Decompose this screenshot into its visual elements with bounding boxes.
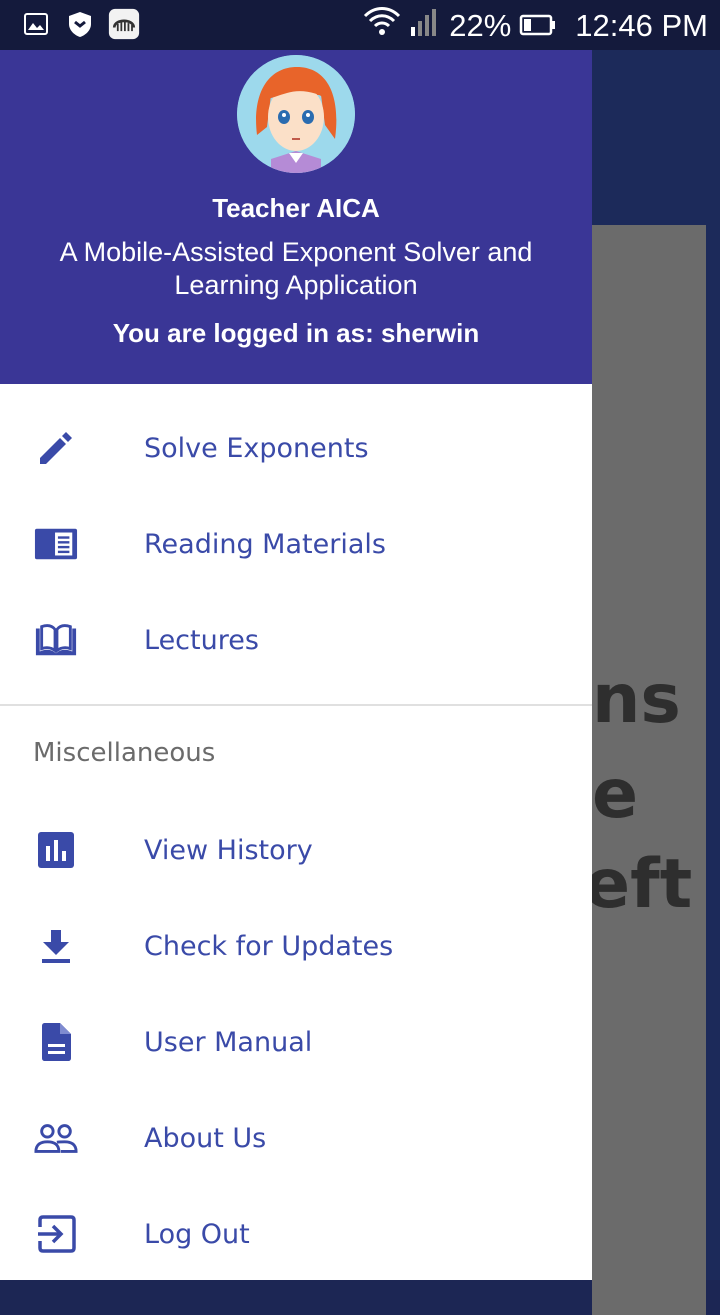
status-right: 22% 12:46 PM [363, 6, 708, 46]
menu-item-user-manual[interactable]: User Manual [0, 994, 592, 1090]
battery-icon [519, 8, 557, 44]
section-header-miscellaneous: Miscellaneous [33, 738, 216, 768]
menu-item-view-history[interactable]: View History [0, 802, 592, 898]
people-icon [34, 1116, 78, 1160]
menu-label: Lectures [144, 624, 259, 656]
menu-item-check-for-updates[interactable]: Check for Updates [0, 898, 592, 994]
menu-item-lectures[interactable]: Lectures [0, 592, 592, 688]
app-subtitle: A Mobile-Assisted Exponent Solver and Le… [59, 237, 533, 300]
status-bar: 22% 12:46 PM [0, 0, 720, 50]
menu-item-reading-materials[interactable]: Reading Materials [0, 496, 592, 592]
wifi-icon [363, 6, 401, 46]
download-icon [34, 924, 78, 968]
background-card: ns e eft [592, 225, 706, 1315]
avatar [237, 55, 355, 173]
menu-label: View History [144, 834, 313, 866]
app-title: Teacher AICA [212, 193, 380, 223]
shield-icon [64, 8, 96, 40]
menu-item-log-out[interactable]: Log Out [0, 1186, 592, 1282]
notification-icons [20, 8, 140, 40]
navigation-drawer: Teacher AICA A Mobile-Assisted Exponent … [0, 50, 592, 1280]
clock: 12:46 PM [575, 8, 708, 43]
audio-app-icon [108, 8, 140, 40]
menu-label: Check for Updates [144, 930, 394, 962]
menu-item-solve-exponents[interactable]: Solve Exponents [0, 400, 592, 496]
background-text-2: e [592, 755, 639, 834]
menu-label: Reading Materials [144, 528, 386, 560]
divider [0, 704, 592, 706]
pencil-icon [34, 426, 78, 470]
menu-label: User Manual [144, 1026, 313, 1058]
background-text-3: eft [592, 845, 693, 924]
signal-icon [409, 7, 441, 45]
logged-in-user: You are logged in as: sherwin [112, 318, 480, 348]
background-text-1: ns [592, 660, 681, 739]
menu-label: About Us [144, 1122, 267, 1154]
menu-label: Solve Exponents [144, 432, 369, 464]
menu-label: Log Out [144, 1218, 250, 1250]
menu-item-about-us[interactable]: About Us [0, 1090, 592, 1186]
battery-percent: 22% [449, 8, 512, 43]
file-icon [34, 1020, 78, 1064]
book-icon [34, 618, 78, 662]
chart-icon [34, 828, 78, 872]
logout-icon [34, 1212, 78, 1256]
image-icon [20, 8, 52, 40]
drawer-header: Teacher AICA A Mobile-Assisted Exponent … [0, 50, 592, 384]
document-icon [34, 522, 78, 566]
